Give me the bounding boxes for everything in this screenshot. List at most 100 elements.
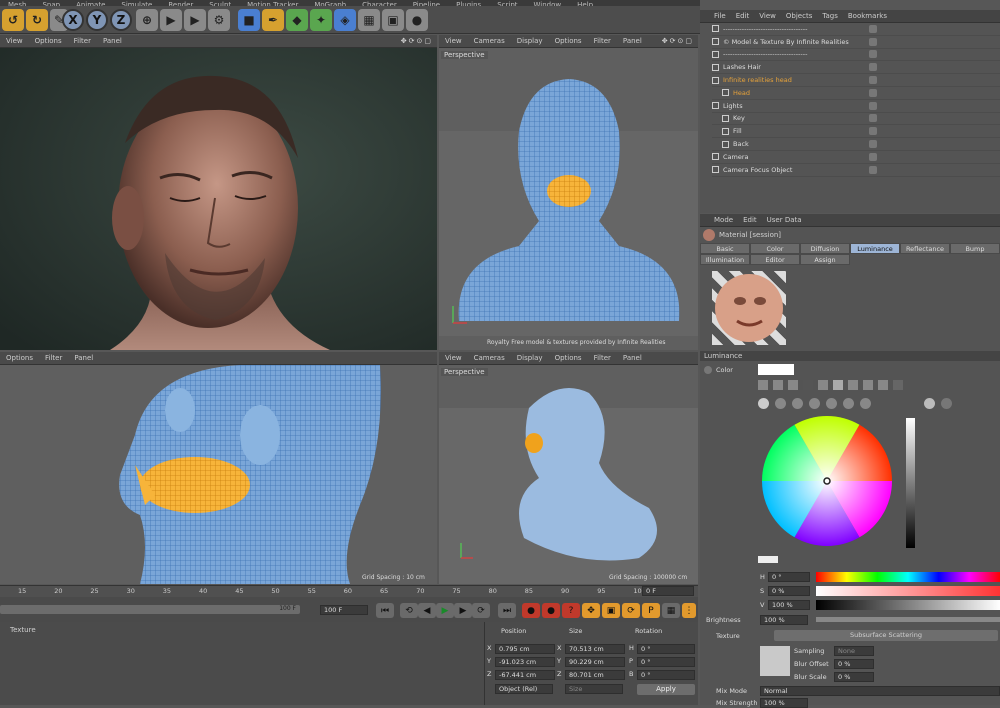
saturation-slider[interactable] xyxy=(816,586,1000,596)
timeline-range-slider[interactable]: 100 F xyxy=(0,605,300,614)
objects-menu-edit[interactable]: Edit xyxy=(736,12,750,20)
size-mode-select[interactable]: Size xyxy=(565,684,623,694)
texture-preview[interactable] xyxy=(760,646,790,676)
step-forward-icon[interactable]: ▶ xyxy=(454,603,472,618)
max-frame-field[interactable]: 100 F xyxy=(320,605,368,615)
tab-assign[interactable]: Assign xyxy=(800,254,850,265)
position-field[interactable]: -91.023 cm xyxy=(495,657,555,667)
object-row[interactable]: Lights xyxy=(712,100,1000,113)
menu-filter[interactable]: Filter xyxy=(74,37,91,45)
current-frame-field[interactable]: 0 F xyxy=(642,586,694,596)
menu-filter[interactable]: Filter xyxy=(45,354,62,362)
attr-menu-user-data[interactable]: User Data xyxy=(767,216,802,224)
brightness-slider[interactable] xyxy=(816,617,1000,622)
tab-basic[interactable]: Basic xyxy=(700,243,750,254)
menu-panel[interactable]: Panel xyxy=(103,37,122,45)
visibility-toggle[interactable] xyxy=(869,114,877,123)
size-field[interactable]: 80.701 cm xyxy=(565,670,625,680)
object-row[interactable]: Lashes Hair xyxy=(712,61,1000,75)
rotation-field[interactable]: 0 ° xyxy=(637,644,695,654)
animate-color-icon[interactable] xyxy=(704,366,712,374)
kelvin-mode-icon[interactable] xyxy=(848,380,858,390)
object-row[interactable]: ------------------------------------ xyxy=(712,23,1000,36)
harmony-single-icon[interactable] xyxy=(758,398,769,409)
object-row[interactable]: Head xyxy=(712,87,1000,100)
light-icon[interactable]: ● xyxy=(406,9,428,31)
play-icon[interactable]: ▶ xyxy=(436,603,454,618)
attr-menu-mode[interactable]: Mode xyxy=(714,216,733,224)
floor-icon[interactable]: ▦ xyxy=(358,9,380,31)
tab-reflectance[interactable]: Reflectance xyxy=(900,243,950,254)
objects-menu-tags[interactable]: Tags xyxy=(822,12,838,20)
subdivision-icon[interactable]: ◆ xyxy=(286,9,308,31)
menu-options[interactable]: Options xyxy=(6,354,33,362)
rotation-field[interactable]: 0 ° xyxy=(637,670,695,680)
tab-editor[interactable]: Editor xyxy=(750,254,800,265)
visibility-toggle[interactable] xyxy=(869,140,877,149)
menu-view[interactable]: View xyxy=(445,37,462,45)
undo-icon[interactable]: ↺ xyxy=(2,9,24,31)
tab-color[interactable]: Color xyxy=(750,243,800,254)
menu-options[interactable]: Options xyxy=(35,37,62,45)
add-swatch-icon[interactable] xyxy=(924,398,935,409)
blur-scale-field[interactable]: 0 % xyxy=(834,672,874,682)
menu-panel[interactable]: Panel xyxy=(623,354,642,362)
visibility-toggle[interactable] xyxy=(869,37,877,46)
menu-filter[interactable]: Filter xyxy=(594,37,611,45)
step-back-icon[interactable]: ◀ xyxy=(418,603,436,618)
value-field[interactable]: 100 % xyxy=(768,600,810,610)
color-picker-modes[interactable] xyxy=(758,380,903,390)
mix-mode-select[interactable]: Normal xyxy=(760,686,1000,696)
size-field[interactable]: 70.513 cm xyxy=(565,644,625,654)
rgb-mode-icon[interactable] xyxy=(818,380,828,390)
harmony-analogous-icon[interactable] xyxy=(860,398,871,409)
object-row[interactable]: Camera xyxy=(712,151,1000,164)
objects-menu-view[interactable]: View xyxy=(759,12,776,20)
pen-spline-icon[interactable]: ✒ xyxy=(262,9,284,31)
redo-icon[interactable]: ↻ xyxy=(26,9,48,31)
objects-menu-bookmarks[interactable]: Bookmarks xyxy=(848,12,887,20)
value-gradient-slider[interactable] xyxy=(816,600,1000,610)
sampling-select[interactable]: None xyxy=(834,646,874,656)
deformer-icon[interactable]: ◈ xyxy=(334,9,356,31)
objects-menu-file[interactable]: File xyxy=(714,12,726,20)
scale-key-icon[interactable]: ▣ xyxy=(602,603,620,618)
color-swatch[interactable] xyxy=(758,364,794,375)
viewport-perspective-top[interactable]: View Cameras Display Options Filter Pane… xyxy=(439,35,698,350)
attr-menu-edit[interactable]: Edit xyxy=(743,216,757,224)
visibility-toggle[interactable] xyxy=(869,152,877,161)
menu-display[interactable]: Display xyxy=(517,37,543,45)
image-mode-icon[interactable] xyxy=(788,380,798,390)
tab-bump[interactable]: Bump xyxy=(950,243,1000,254)
eyedropper-icon[interactable] xyxy=(893,380,903,390)
tab-illumination[interactable]: Illumination xyxy=(700,254,750,265)
point-level-icon[interactable]: ▦ xyxy=(662,603,680,618)
rotation-field[interactable]: 0 ° xyxy=(637,657,695,667)
object-row[interactable]: © Model & Texture By Infinite Realities xyxy=(712,36,1000,49)
visibility-toggle[interactable] xyxy=(869,165,877,174)
visibility-toggle[interactable] xyxy=(869,50,877,59)
menu-view[interactable]: View xyxy=(445,354,462,362)
color-wheel[interactable] xyxy=(760,414,894,548)
viewport-perspective-bottom[interactable]: View Cameras Display Options Filter Pane… xyxy=(439,352,698,584)
visibility-toggle[interactable] xyxy=(869,63,877,72)
object-row[interactable]: ------------------------------------ xyxy=(712,49,1000,62)
object-row[interactable]: Key xyxy=(712,113,1000,126)
viewport-side[interactable]: Options Filter Panel Grid Spacing : 10 c… xyxy=(0,352,437,584)
material-menu-texture[interactable]: Texture xyxy=(10,626,36,634)
texture-shader-button[interactable]: Subsurface Scattering xyxy=(774,630,998,641)
previous-key-icon[interactable]: ⟲ xyxy=(400,603,418,618)
x-axis-lock-button[interactable]: X xyxy=(62,9,84,31)
harmony-tetrad-icon[interactable] xyxy=(826,398,837,409)
render-view-icon[interactable]: ▶ xyxy=(160,9,182,31)
coordinate-system-icon[interactable]: ⊕ xyxy=(136,9,158,31)
hue-field[interactable]: 0 ° xyxy=(768,572,810,582)
apply-button[interactable]: Apply xyxy=(637,684,695,695)
material-preview[interactable] xyxy=(712,271,786,345)
object-row[interactable]: Infinite realities head xyxy=(712,74,1000,87)
y-axis-lock-button[interactable]: Y xyxy=(86,9,108,31)
brightness-field[interactable]: 100 % xyxy=(760,615,808,625)
z-axis-lock-button[interactable]: Z xyxy=(110,9,132,31)
menu-display[interactable]: Display xyxy=(517,354,543,362)
saturation-field[interactable]: 0 % xyxy=(768,586,810,596)
